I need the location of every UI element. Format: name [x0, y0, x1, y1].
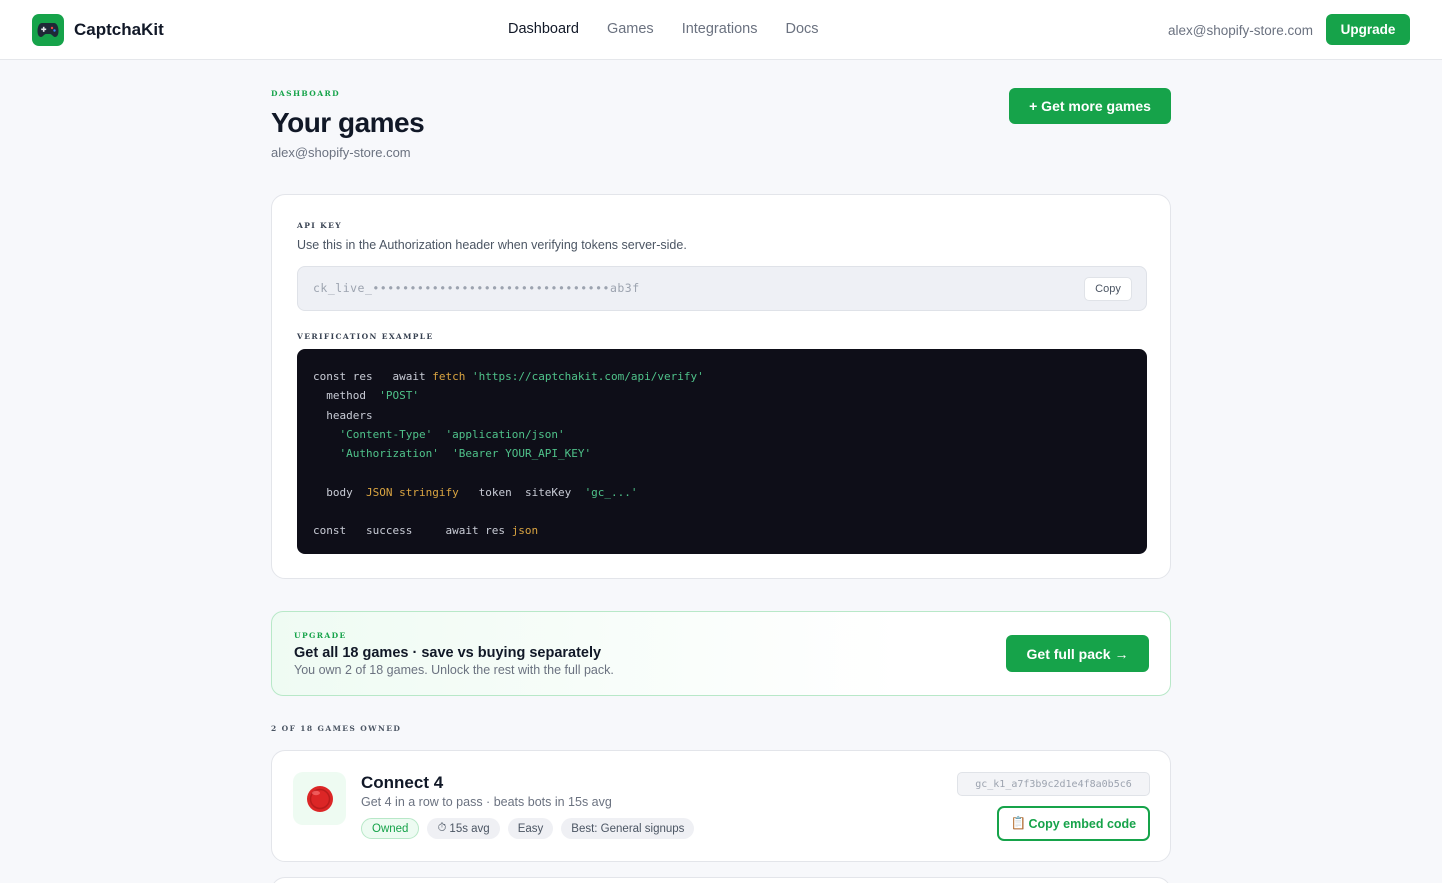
upgrade-banner: UPGRADE Get all 18 games · save vs buyin… [271, 611, 1171, 696]
clipboard-icon: 📋 [1010, 816, 1027, 830]
copy-api-key-button[interactable]: Copy [1084, 277, 1132, 301]
api-key-field[interactable]: ck_live_••••••••••••••••••••••••••••••••… [297, 266, 1147, 311]
red-disc-icon [293, 772, 346, 825]
upgrade-title: Get all 18 games · save vs buying separa… [294, 645, 602, 661]
api-key-description: Use this in the Authorization header whe… [297, 238, 687, 252]
brand[interactable]: CaptchaKit [32, 14, 164, 46]
tag-best-for: Best: General signups [561, 818, 695, 839]
tag-avg-time: ⏱ 15s avg [427, 818, 500, 839]
api-key-card: API KEY Use this in the Authorization he… [271, 194, 1171, 579]
page-subtitle: alex@shopify-store.com [271, 145, 411, 160]
top-navbar: CaptchaKit Dashboard Games Integrations … [0, 0, 1442, 60]
code-line: const res await fetch 'https://captchaki… [313, 370, 704, 383]
game-card [271, 877, 1171, 883]
game-description: Get 4 in a row to pass · beats bots in 1… [361, 795, 612, 809]
tag-difficulty: Easy [507, 818, 554, 839]
gamepad-icon [32, 14, 64, 46]
game-card-connect-4: Connect 4 Get 4 in a row to pass · beats… [271, 750, 1171, 862]
api-key-eyebrow: API KEY [297, 221, 342, 230]
game-title: Connect 4 [361, 773, 444, 792]
timer-icon: ⏱ [437, 822, 447, 834]
page-eyebrow: DASHBOARD [271, 89, 340, 98]
verification-eyebrow: VERIFICATION EXAMPLE [297, 332, 434, 341]
nav-item-docs[interactable]: Docs [785, 21, 818, 37]
page-title: Your games [271, 107, 425, 138]
code-line: headers [313, 408, 373, 422]
upgrade-subtitle: You own 2 of 18 games. Unlock the rest w… [294, 663, 614, 677]
code-line: method 'POST' [313, 389, 419, 403]
copy-embed-code-button[interactable]: 📋 Copy embed code [997, 806, 1150, 841]
nav-item-dashboard[interactable]: Dashboard [508, 21, 579, 37]
verification-code-block[interactable]: const res await fetch 'https://captchaki… [297, 349, 1147, 554]
code-line: body JSON stringify token siteKey 'gc_..… [313, 485, 638, 499]
user-email: alex@shopify-store.com [1168, 23, 1314, 38]
owned-games-eyebrow: 2 OF 18 GAMES OWNED [271, 724, 402, 733]
code-line: 'Content-Type' 'application/json' [339, 427, 565, 441]
upgrade-button[interactable]: Upgrade [1326, 14, 1410, 45]
tag-owned: Owned [361, 818, 420, 839]
brand-name: CaptchaKit [74, 20, 164, 39]
code-line: 'Authorization' 'Bearer YOUR_API_KEY' [339, 447, 592, 461]
api-key-value: ck_live_••••••••••••••••••••••••••••••••… [313, 281, 640, 295]
game-tags: Owned ⏱ 15s avg Easy Best: General signup… [361, 818, 695, 839]
main-nav: Dashboard Games Integrations Docs [508, 21, 819, 37]
site-key[interactable]: gc_k1_a7f3b9c2d1e4f8a0b5c6 [957, 772, 1150, 796]
get-more-games-button[interactable]: + Get more games [1009, 88, 1171, 124]
get-full-pack-button[interactable]: Get full pack → [1006, 635, 1149, 672]
upgrade-eyebrow: UPGRADE [294, 631, 347, 640]
nav-item-integrations[interactable]: Integrations [682, 21, 758, 37]
code-line: const success await res json [313, 524, 539, 538]
nav-item-games[interactable]: Games [607, 21, 654, 37]
